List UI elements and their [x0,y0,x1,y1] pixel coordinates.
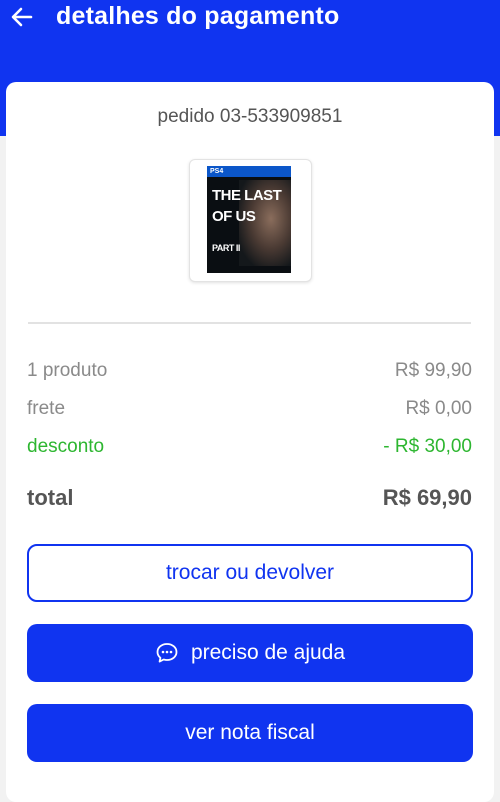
exchange-return-label: trocar ou devolver [165,561,335,584]
cover-title-line3: PART II [212,243,240,253]
total-value: R$ 69,90 [382,485,472,510]
summary-row-products: 1 produto R$ 99,90 [27,360,472,382]
products-label: 1 produto [27,360,108,381]
cover-title-line1: THE LAST [212,187,282,204]
discount-value: - R$ 30,00 [383,436,472,457]
view-invoice-button[interactable]: ver nota fiscal [27,704,473,762]
products-value: R$ 99,90 [394,360,472,381]
summary-row-total: total R$ 69,90 [27,485,472,511]
order-id: pedido 03-533909851 [157,106,343,127]
back-button[interactable] [0,0,44,34]
payment-details-card: pedido 03-533909851 PS4 THE LAST OF US P… [6,82,494,802]
discount-label: desconto [27,436,105,457]
shipping-label: frete [27,398,66,419]
view-invoice-label: ver nota fiscal [185,721,315,744]
summary-row-discount: desconto - R$ 30,00 [27,436,472,458]
divider [28,322,471,324]
exchange-return-button[interactable]: trocar ou devolver [27,544,473,602]
help-button[interactable]: preciso de ajuda [27,624,473,682]
platform-band: PS4 [207,166,291,177]
summary-row-shipping: frete R$ 0,00 [27,398,472,420]
product-thumbnail[interactable]: PS4 THE LAST OF US PART II [189,159,312,282]
product-image: PS4 THE LAST OF US PART II [207,166,291,273]
page-title: detalhes do pagamento [56,2,340,30]
chat-bubble-icon [155,641,179,665]
cover-title-line2: OF US [212,208,256,225]
arrow-left-icon [11,7,33,27]
help-label: preciso de ajuda [190,641,346,664]
total-label: total [27,485,74,510]
shipping-value: R$ 0,00 [405,398,472,419]
